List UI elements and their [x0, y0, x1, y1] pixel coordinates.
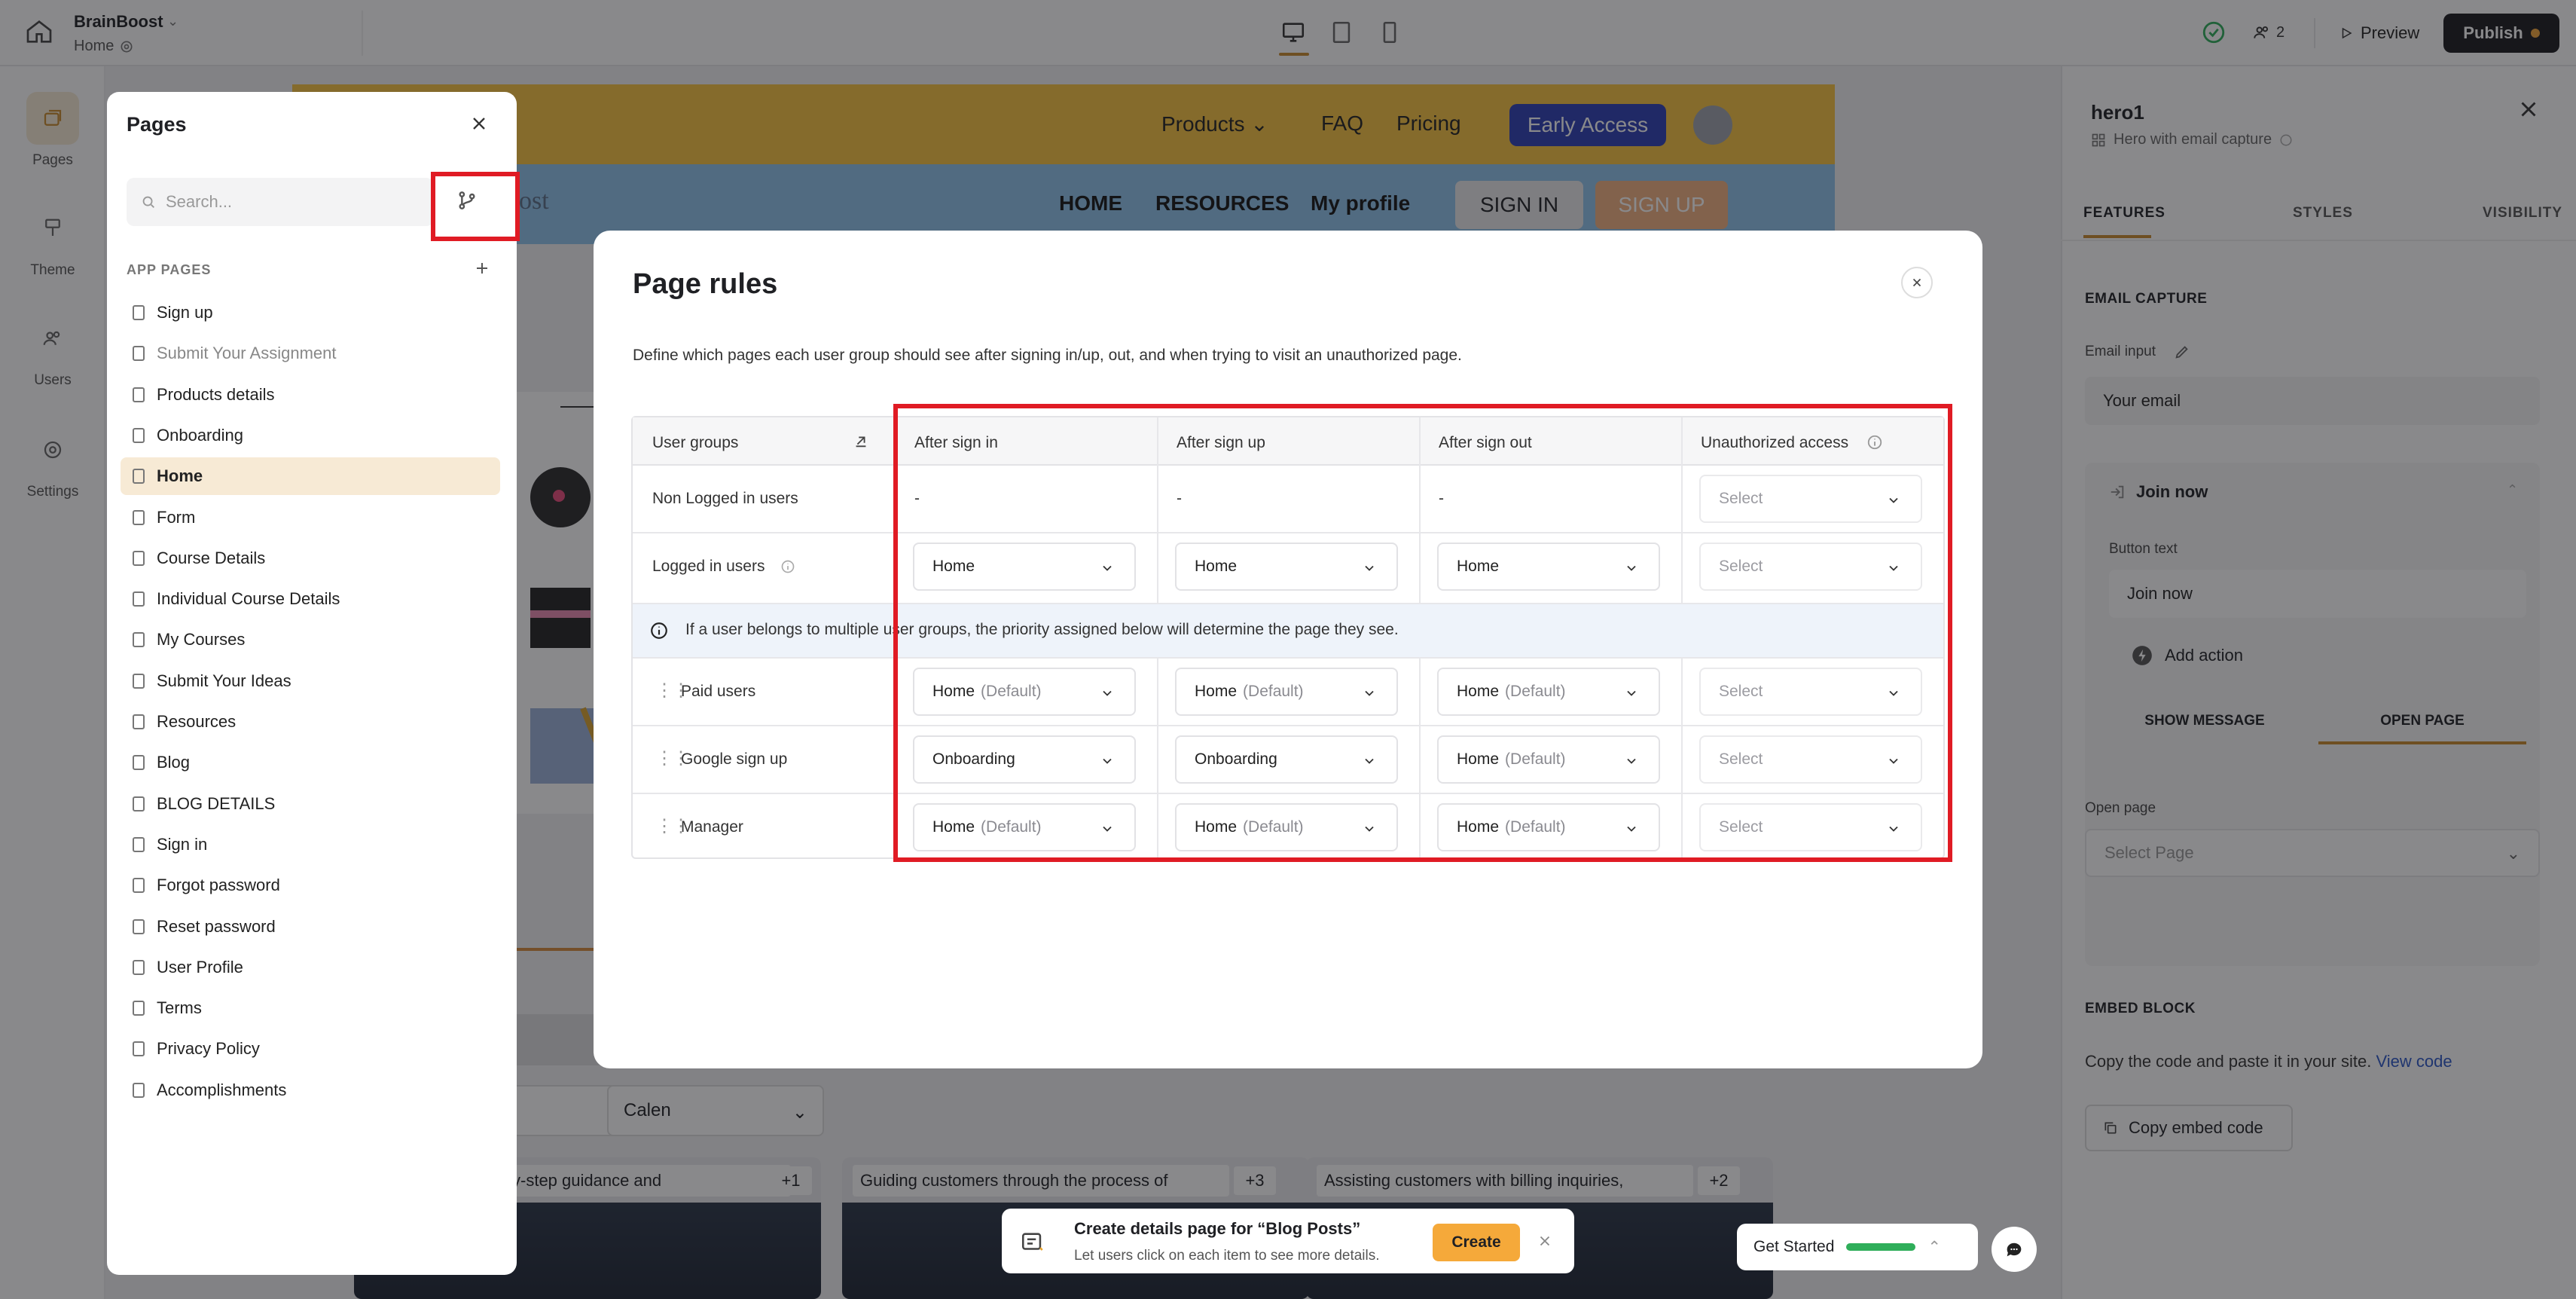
page-list-item-label: Form [157, 507, 196, 527]
modal-title: Page rules [633, 268, 778, 300]
page-list-item[interactable]: Blog [121, 744, 500, 781]
page-list-item-label: Resources [157, 712, 237, 731]
document-icon [133, 427, 145, 443]
close-button[interactable] [1901, 267, 1933, 298]
progress-bar [1846, 1243, 1916, 1251]
search-input[interactable]: Search... [127, 178, 434, 226]
document-icon [133, 1082, 145, 1098]
page-list-item[interactable]: Resources [121, 703, 500, 741]
search-placeholder: Search... [166, 192, 233, 211]
page-list-item[interactable]: Submit Your Ideas [121, 662, 500, 700]
page-list-item-label: Blog [157, 753, 191, 772]
page-list-item-label: My Courses [157, 630, 246, 650]
create-button[interactable]: Create [1433, 1224, 1520, 1261]
page-list-item-label: BLOG DETAILS [157, 793, 276, 813]
page-list-item-label: Sign up [157, 303, 213, 322]
close-icon[interactable] [469, 113, 490, 134]
pages-panel-title: Pages [127, 113, 187, 136]
get-started-label: Get Started [1753, 1238, 1835, 1255]
search-icon [142, 196, 154, 208]
modal-description: Define which pages each user group shoul… [633, 347, 1462, 364]
page-list-item-label: Products details [157, 384, 275, 404]
user-group-name: Logged in users [652, 558, 765, 575]
page-list-item-label: Onboarding [157, 425, 243, 445]
document-icon [133, 591, 145, 607]
drag-handle-icon[interactable]: ⋮⋮ [655, 747, 690, 769]
page-list-item[interactable]: Form [121, 499, 500, 536]
highlight-box [893, 404, 1952, 862]
chat-icon [2007, 1242, 2022, 1257]
drag-handle-icon[interactable]: ⋮⋮ [655, 815, 690, 837]
page-list-item[interactable]: Sign up [121, 294, 500, 332]
document-icon [133, 346, 145, 362]
page-list-item[interactable]: Forgot password [121, 867, 500, 904]
page-list-item[interactable]: Reset password [121, 908, 500, 946]
user-group-name: Paid users [681, 683, 756, 700]
drag-handle-icon[interactable]: ⋮⋮ [655, 680, 690, 701]
user-group-name: Google sign up [681, 750, 788, 768]
info-icon [649, 621, 669, 640]
page-list-item[interactable]: User Profile [121, 949, 500, 986]
page-list-item[interactable]: Products details [121, 376, 500, 414]
page-list-item-label: Privacy Policy [157, 1039, 260, 1059]
page-list-item[interactable]: Privacy Policy [121, 1030, 500, 1068]
document-icon [133, 509, 145, 525]
document-icon [133, 959, 145, 975]
document-icon [133, 673, 145, 689]
page-list-item-label: Submit Your Ideas [157, 671, 291, 690]
page-list-item[interactable]: Sign in [121, 826, 500, 863]
sparkle-icon [1020, 1230, 1045, 1255]
user-group-name: Manager [681, 818, 743, 836]
document-icon [133, 796, 145, 811]
get-started-widget[interactable]: Get Started ⌃ [1737, 1224, 1978, 1270]
user-group-name: Non Logged in users [652, 490, 798, 507]
document-icon [133, 836, 145, 852]
page-list-item[interactable]: Home [121, 457, 500, 496]
page-list-item-label: Reset password [157, 916, 276, 936]
page-list-item-label: Course Details [157, 548, 266, 567]
document-icon [133, 305, 145, 320]
document-icon [133, 755, 145, 771]
page-list-item[interactable]: Accomplishments [121, 1071, 500, 1109]
page-list-item-label: Submit Your Assignment [157, 344, 337, 363]
page-list-item[interactable]: Onboarding [121, 417, 500, 454]
page-list-item[interactable]: Individual Course Details [121, 580, 500, 618]
document-icon [133, 550, 145, 566]
page-list-item[interactable]: BLOG DETAILS [121, 785, 500, 823]
document-icon [133, 878, 145, 894]
document-icon [133, 1041, 145, 1057]
document-icon [133, 632, 145, 648]
toast-subtitle: Let users click on each item to see more… [1074, 1248, 1380, 1264]
page-list-item-label: Forgot password [157, 876, 280, 895]
document-icon [133, 387, 145, 402]
page-list-item[interactable]: Terms [121, 989, 500, 1027]
toast-title: Create details page for “Blog Posts” [1074, 1219, 1361, 1238]
info-icon[interactable] [780, 559, 795, 574]
page-list-item[interactable]: Submit Your Assignment [121, 335, 500, 372]
close-icon[interactable] [1537, 1233, 1553, 1249]
app-pages-heading: APP PAGES [127, 262, 212, 277]
document-icon [133, 1001, 145, 1016]
external-link-icon[interactable] [853, 432, 869, 449]
highlight-box [431, 172, 520, 241]
document-icon [133, 918, 145, 934]
page-list-item-label: Accomplishments [157, 1080, 287, 1099]
page-list-item-label: Home [157, 466, 203, 486]
page-list-item[interactable]: Course Details [121, 539, 500, 577]
page-list-item-label: User Profile [157, 957, 243, 977]
page-list-item[interactable]: My Courses [121, 621, 500, 659]
close-icon [1912, 278, 1921, 287]
home-icon [133, 469, 145, 484]
chat-button[interactable] [1992, 1227, 2037, 1272]
page-list-item-label: Terms [157, 998, 202, 1018]
page-list-item-label: Individual Course Details [157, 589, 340, 609]
document-icon [133, 714, 145, 729]
chevron-up-icon: ⌃ [1927, 1238, 1941, 1256]
col-user-groups: User groups [652, 434, 739, 451]
plus-icon[interactable] [473, 259, 491, 277]
page-list-item-label: Sign in [157, 834, 208, 854]
